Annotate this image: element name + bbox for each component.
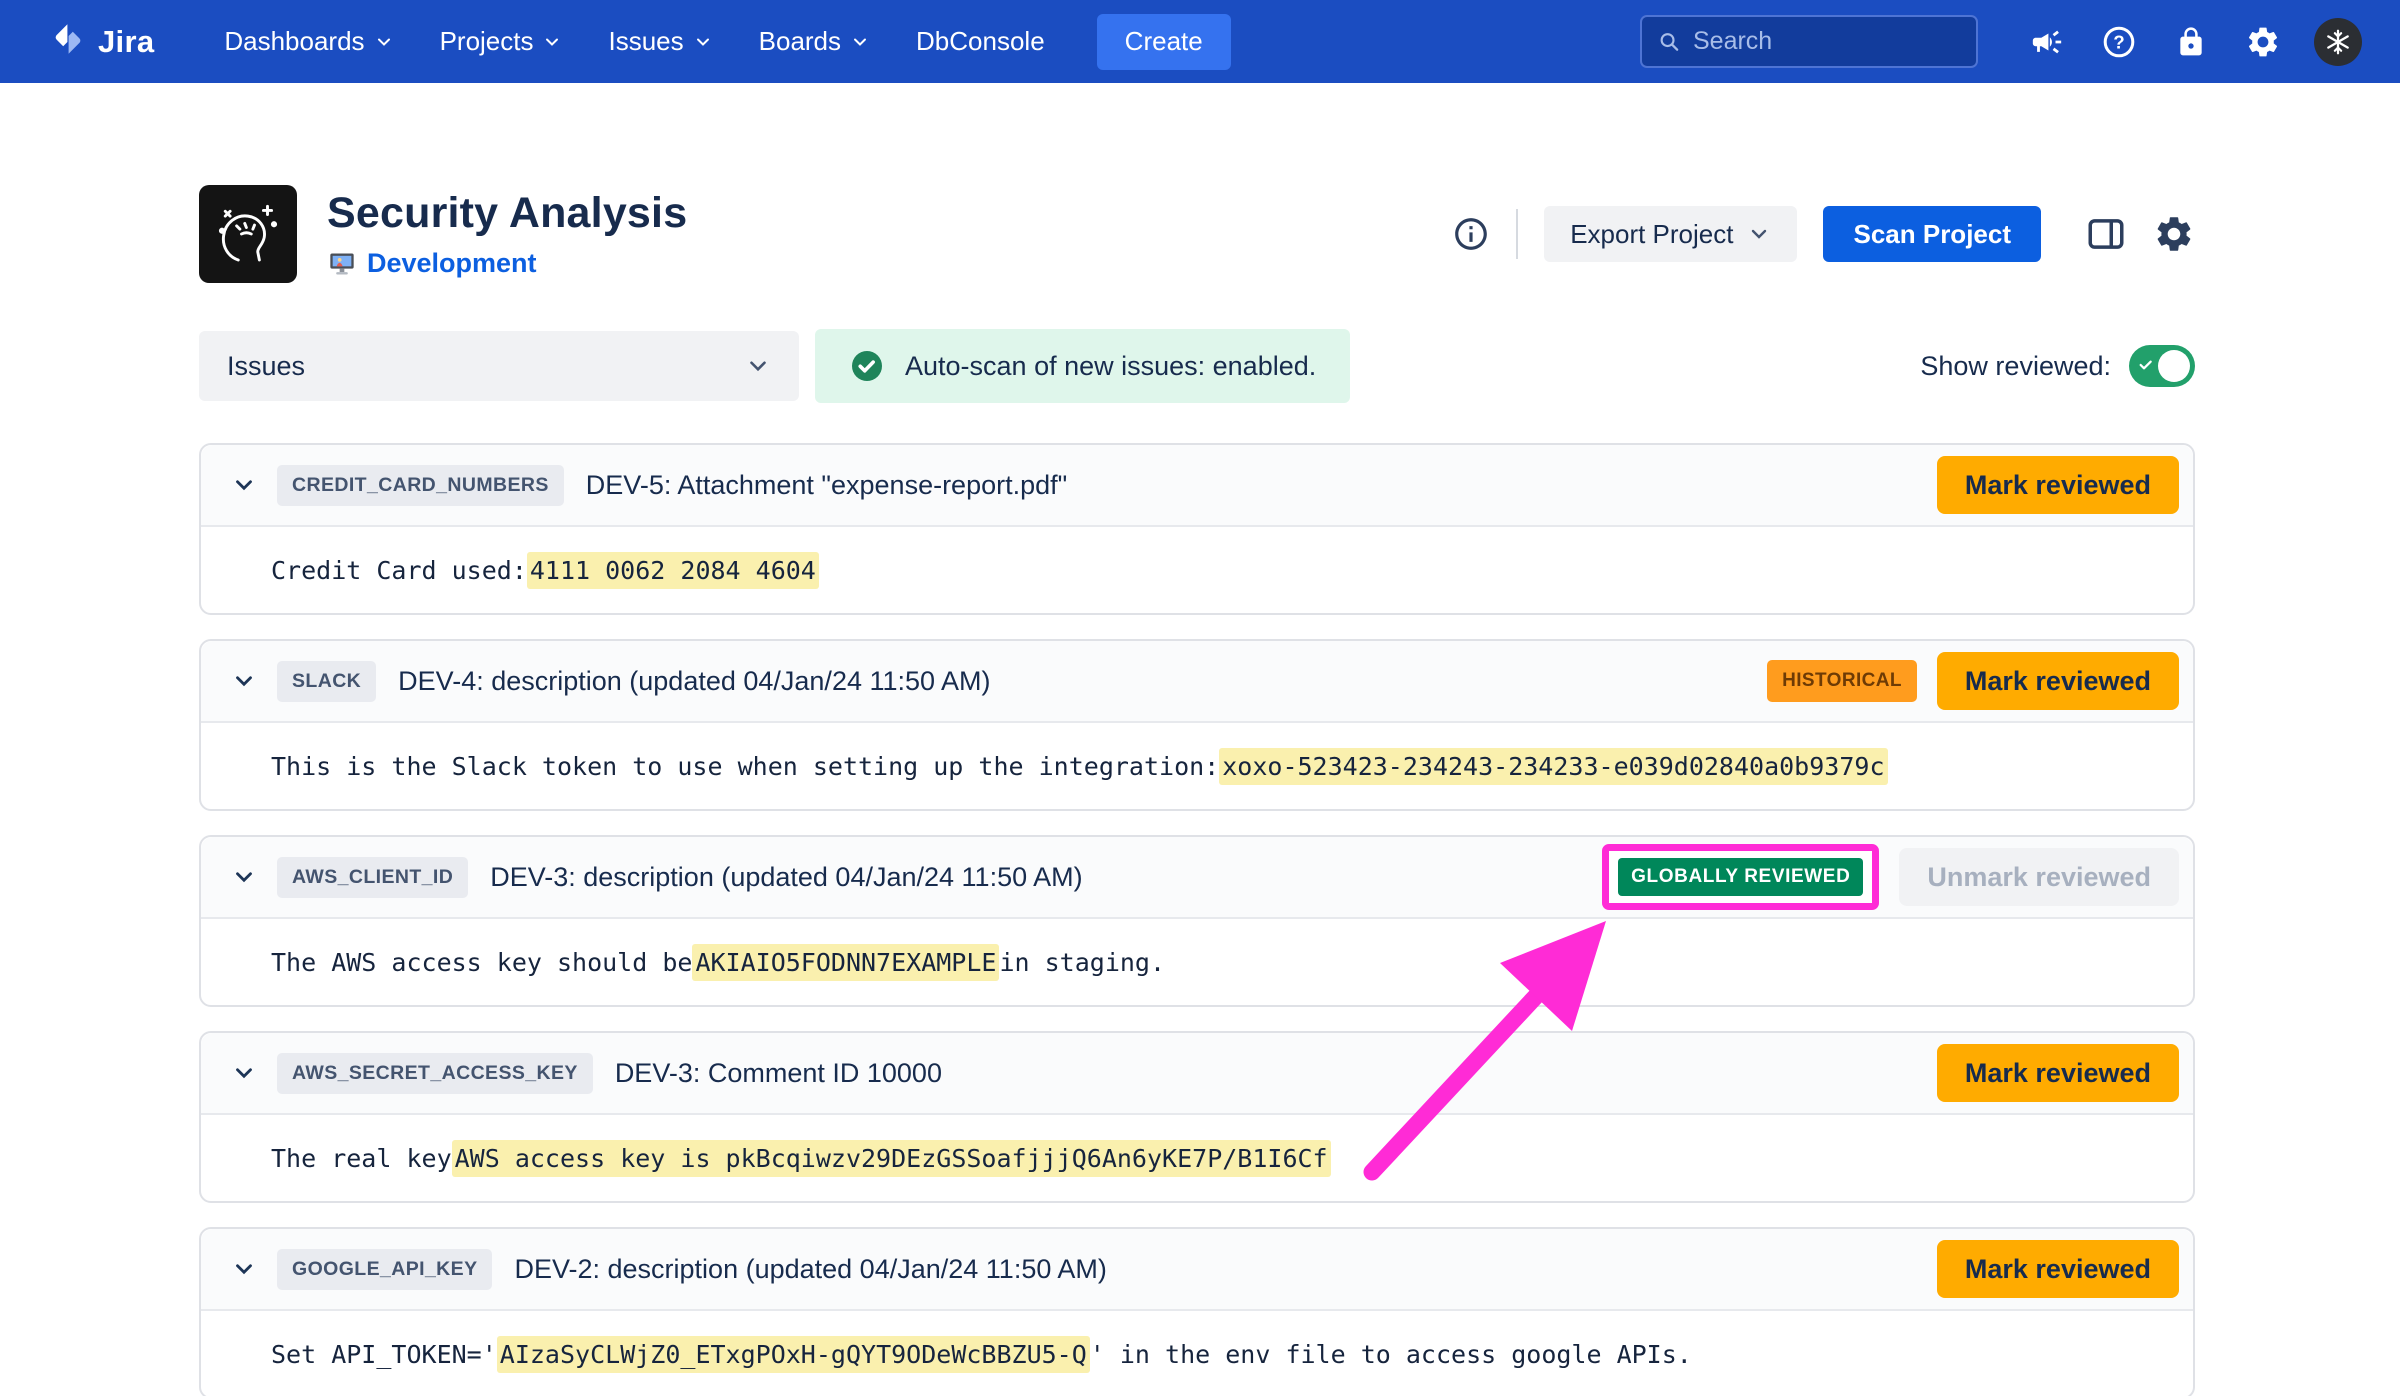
project-avatar [199,185,297,283]
page-settings-gear-icon[interactable] [2153,213,2195,255]
issue-card-body: This is the Slack token to use when sett… [201,723,2193,809]
svg-text:?: ? [2113,31,2124,52]
page-title: Security Analysis [327,189,687,238]
settings-gear-icon[interactable] [2240,19,2286,65]
issue-title: DEV-2: description (updated 04/Jan/24 11… [514,1254,1106,1285]
jira-logo[interactable]: Jira [50,21,154,62]
search-icon [1658,29,1681,55]
show-reviewed-label: Show reviewed: [1920,351,2111,382]
nav-boards[interactable]: Boards [759,26,870,57]
check-icon [2138,357,2154,373]
help-icon[interactable]: ? [2096,19,2142,65]
development-icon [327,250,357,278]
show-reviewed-toggle[interactable] [2129,345,2195,387]
body-prefix: The AWS access key should be [271,948,692,977]
collapse-chevron-icon[interactable] [227,860,261,894]
reviewed-badge: GLOBALLY REVIEWED [1618,858,1863,896]
issue-title: DEV-3: description (updated 04/Jan/24 11… [490,862,1082,893]
issue-type-badge: SLACK [277,661,376,702]
review-action-button[interactable]: Mark reviewed [1937,456,2179,514]
autoscan-status-text: Auto-scan of new issues: enabled. [905,351,1316,382]
issue-title: DEV-3: Comment ID 10000 [615,1058,942,1089]
body-highlight: AKIAIO5FODNN7EXAMPLE [692,944,999,981]
issue-filter-select[interactable]: Issues [199,331,799,401]
board-panel-icon[interactable] [2085,213,2127,255]
divider [1516,209,1518,259]
body-suffix: ' in the env file to access google APIs. [1090,1340,1692,1369]
reviewed-badge-box: GLOBALLY REVIEWED [1602,844,1879,910]
body-prefix: Credit Card used: [271,556,527,585]
nav-dashboards[interactable]: Dashboards [224,26,393,57]
chevron-down-icon [374,32,394,52]
issue-title: DEV-4: description (updated 04/Jan/24 11… [398,666,990,697]
announcement-icon[interactable] [2024,19,2070,65]
scan-project-button[interactable]: Scan Project [1823,206,2041,262]
lock-icon[interactable] [2168,19,2214,65]
create-button[interactable]: Create [1097,14,1231,70]
review-action-button[interactable]: Mark reviewed [1937,1044,2179,1102]
body-suffix: in staging. [999,948,1165,977]
snowflake-icon [2323,27,2353,57]
issue-card: SLACK DEV-4: description (updated 04/Jan… [199,639,2195,811]
review-action-button[interactable]: Mark reviewed [1937,652,2179,710]
project-header: Security Analysis Development [199,185,2195,283]
issue-card-body: The AWS access key should be AKIAIO5FODN… [201,919,2193,1005]
body-highlight: AIzaSyCLWjZ0_ETxgPOxH-gQYT9ODeWcBBZU5-Q [497,1336,1090,1373]
check-circle-icon [849,348,885,384]
jira-logo-icon [50,21,86,62]
body-prefix: This is the Slack token to use when sett… [271,752,1219,781]
info-icon[interactable] [1452,215,1490,253]
brand-name: Jira [98,24,154,60]
body-highlight: xoxo-523423-234243-234233-e039d02840a0b9… [1219,748,1887,785]
review-action-button[interactable]: Unmark reviewed [1899,848,2179,906]
body-prefix: Set API_TOKEN=' [271,1340,497,1369]
nav-dbconsole[interactable]: DbConsole [916,26,1045,57]
issue-card-body: Credit Card used: 4111 0062 2084 4604 [201,527,2193,613]
chevron-down-icon [542,32,562,52]
issue-card-body: The real key AWS access key is pkBcqiwzv… [201,1115,2193,1201]
body-highlight: AWS access key is pkBcqiwzv29DEzGSSoafjj… [452,1140,1331,1177]
issue-card: CREDIT_CARD_NUMBERS DEV-5: Attachment "e… [199,443,2195,615]
chevron-down-icon [850,32,870,52]
historical-tag: HISTORICAL [1767,660,1917,702]
collapse-chevron-icon[interactable] [227,1056,261,1090]
issue-card-header: AWS_CLIENT_ID DEV-3: description (update… [201,837,2193,919]
issue-card-header: CREDIT_CARD_NUMBERS DEV-5: Attachment "e… [201,445,2193,527]
profile-avatar[interactable] [2314,18,2362,66]
issue-card-header: AWS_SECRET_ACCESS_KEY DEV-3: Comment ID … [201,1033,2193,1115]
issue-card-header: SLACK DEV-4: description (updated 04/Jan… [201,641,2193,723]
collapse-chevron-icon[interactable] [227,664,261,698]
issue-title: DEV-5: Attachment "expense-report.pdf" [586,470,1067,501]
issue-card: AWS_SECRET_ACCESS_KEY DEV-3: Comment ID … [199,1031,2195,1203]
body-prefix: The real key [271,1144,452,1173]
project-link[interactable]: Development [367,248,537,279]
toggle-knob [2158,350,2190,382]
autoscan-status-pill: Auto-scan of new issues: enabled. [815,329,1350,403]
issue-type-badge: AWS_CLIENT_ID [277,857,468,898]
search-input[interactable] [1693,27,1960,56]
body-highlight: 4111 0062 2084 4604 [527,552,819,589]
issue-type-badge: AWS_SECRET_ACCESS_KEY [277,1053,593,1094]
search-box[interactable] [1640,15,1978,68]
chevron-down-icon [693,32,713,52]
issue-type-badge: GOOGLE_API_KEY [277,1249,492,1290]
chevron-down-icon [1747,222,1771,246]
issue-list: CREDIT_CARD_NUMBERS DEV-5: Attachment "e… [199,443,2195,1396]
issue-card: AWS_CLIENT_ID DEV-3: description (update… [199,835,2195,1007]
issue-card-header: GOOGLE_API_KEY DEV-2: description (updat… [201,1229,2193,1311]
collapse-chevron-icon[interactable] [227,1252,261,1286]
export-project-button[interactable]: Export Project [1544,206,1797,262]
review-action-button[interactable]: Mark reviewed [1937,1240,2179,1298]
issue-card: GOOGLE_API_KEY DEV-2: description (updat… [199,1227,2195,1396]
collapse-chevron-icon[interactable] [227,468,261,502]
issue-type-badge: CREDIT_CARD_NUMBERS [277,465,564,506]
top-navbar: Jira Dashboards Projects Issues Boards D… [0,0,2400,83]
nav-projects[interactable]: Projects [440,26,563,57]
nav-issues[interactable]: Issues [608,26,712,57]
chevron-down-icon [745,353,771,379]
issue-card-body: Set API_TOKEN='AIzaSyCLWjZ0_ETxgPOxH-gQY… [201,1311,2193,1396]
